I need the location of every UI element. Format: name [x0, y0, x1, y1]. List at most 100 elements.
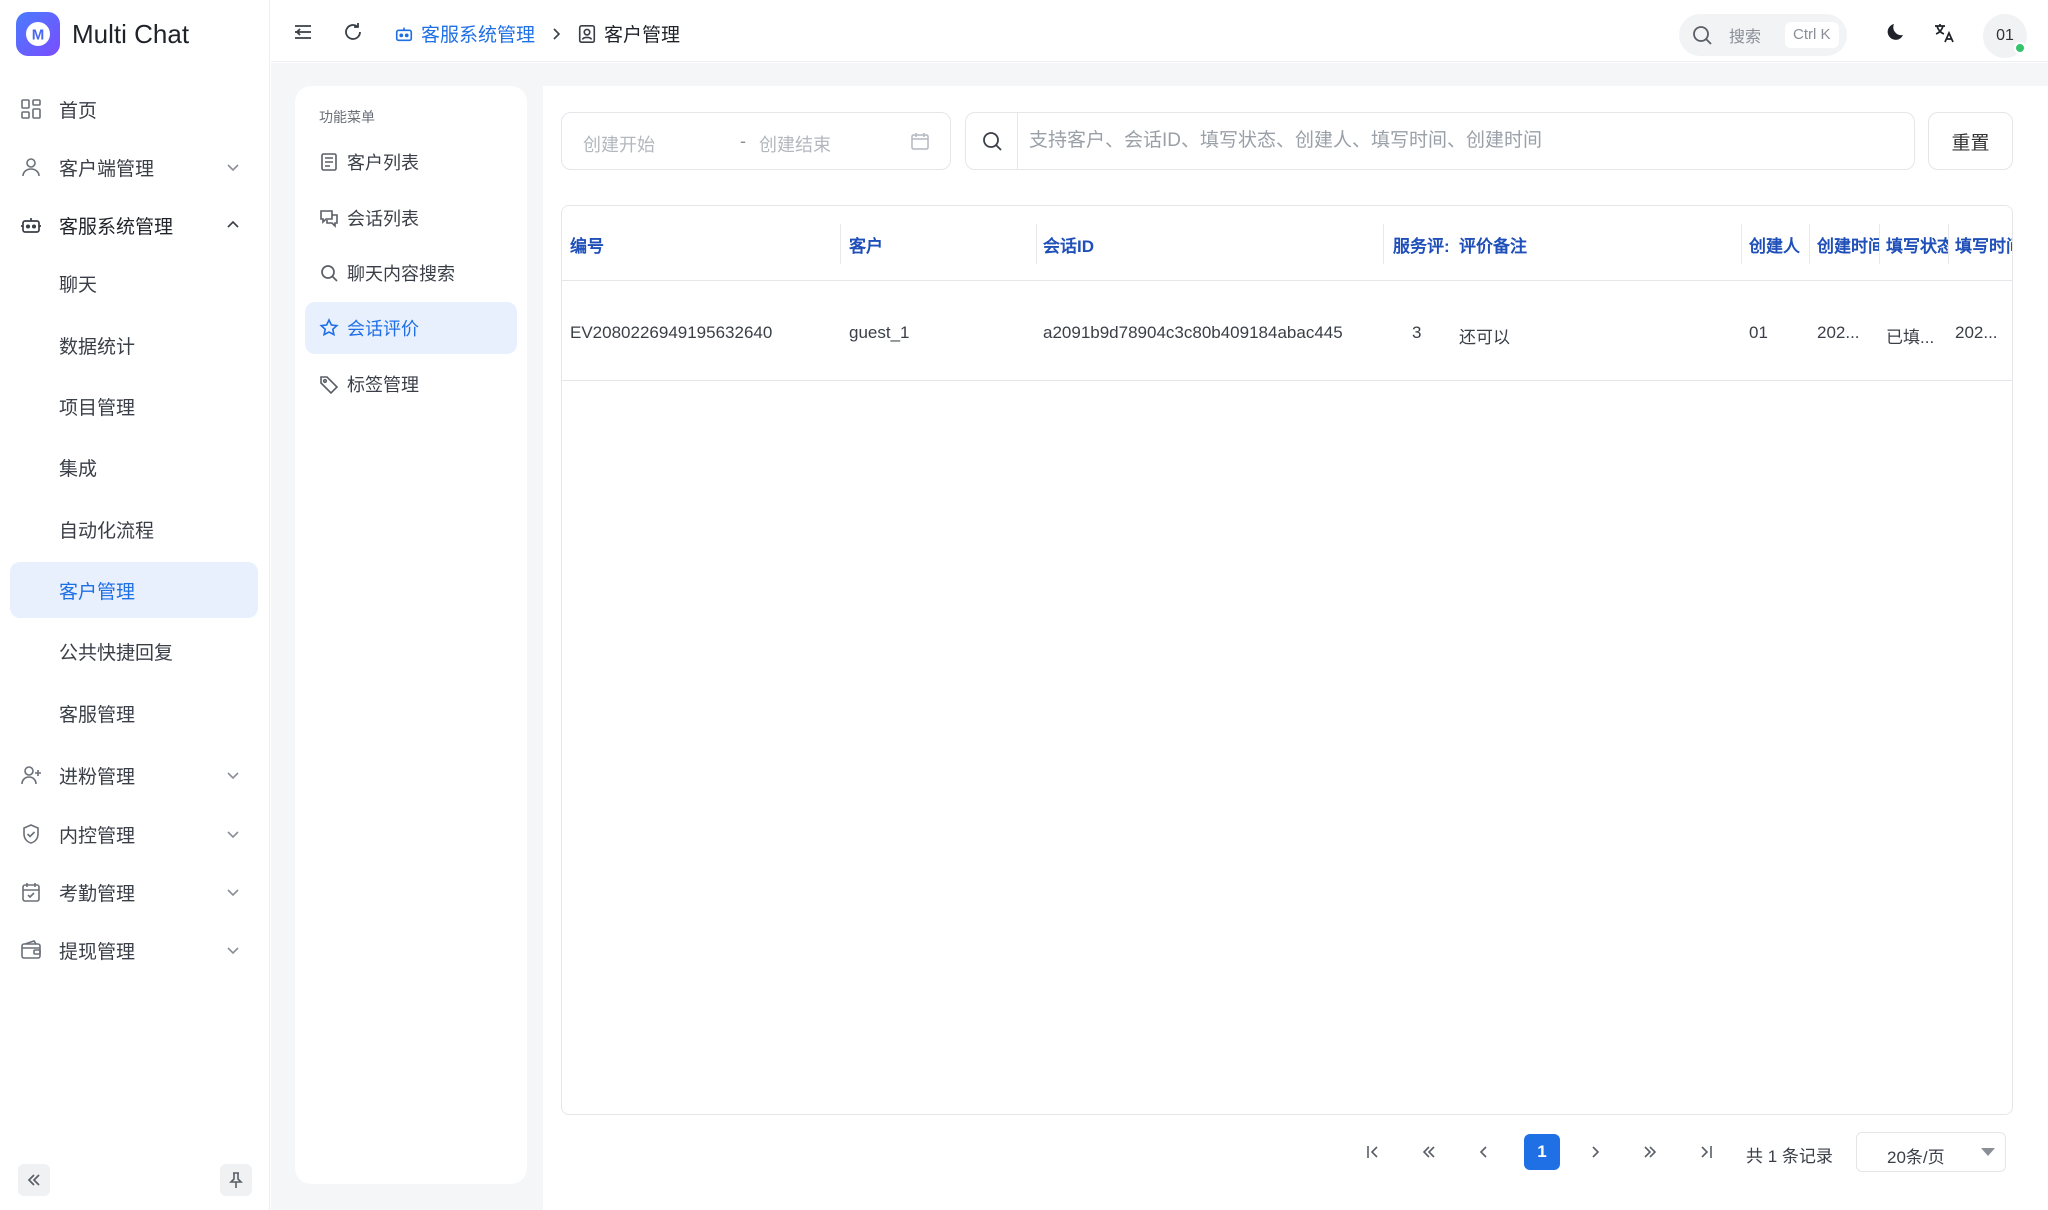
menu-item-session-list[interactable]: 会话列表	[305, 192, 517, 244]
chevron-down-icon	[227, 947, 239, 955]
menu-item-label: 标签管理	[347, 375, 419, 395]
sidebar-item-internal-control[interactable]: 内控管理	[10, 806, 258, 862]
cell-fill-status: 已填...	[1886, 328, 1935, 347]
chevron-down-icon	[227, 831, 239, 839]
next-page-button[interactable]	[1579, 1136, 1611, 1168]
breadcrumb-item-customer-management: 客户管理	[604, 25, 681, 46]
global-search[interactable]: 搜索 Ctrl K	[1679, 14, 1847, 56]
menu-item-customer-list[interactable]: 客户列表	[305, 136, 517, 188]
sidebar-item-customer-management[interactable]: 客户管理	[10, 562, 258, 618]
column-header-service-rating[interactable]: 服务评:	[1393, 232, 1453, 257]
sidebar-item-public-quick-reply[interactable]: 公共快捷回复	[10, 623, 258, 679]
chevron-right-icon	[553, 27, 561, 40]
column-header-created-time[interactable]: 创建时间	[1817, 232, 1879, 257]
double-chevron-left-icon	[27, 1174, 40, 1186]
sidebar-item-agent-management[interactable]: 客服管理	[10, 685, 258, 741]
page-size-select[interactable]: 20条/页	[1856, 1132, 2006, 1172]
sidebar-item-client-management[interactable]: 客户端管理	[10, 139, 258, 195]
column-divider[interactable]	[1036, 224, 1037, 264]
column-header-rating-note[interactable]: 评价备注	[1459, 232, 1709, 257]
cell-creator: 01	[1749, 323, 1768, 342]
column-header-customer[interactable]: 客户	[849, 232, 1029, 257]
sidebar-item-withdrawal-management[interactable]: 提现管理	[10, 922, 258, 978]
chat-icon	[320, 210, 338, 228]
last-page-button[interactable]	[1690, 1136, 1722, 1168]
search-input[interactable]	[1029, 127, 1889, 155]
prev-group-button[interactable]	[1413, 1136, 1445, 1168]
chevron-left-icon	[1479, 1146, 1487, 1158]
first-page-button[interactable]	[1357, 1136, 1389, 1168]
calendar-check-icon	[22, 883, 40, 902]
sidebar-item-chat[interactable]: 聊天	[10, 255, 258, 311]
column-divider[interactable]	[1879, 224, 1880, 264]
wallet-icon	[21, 940, 41, 959]
column-divider[interactable]	[1809, 224, 1810, 264]
column-divider[interactable]	[1741, 224, 1742, 264]
function-menu: 功能菜单 客户列表 会话列表 聊天内容搜索 会话评价 标签管理	[295, 86, 527, 1184]
column-header-fill-status[interactable]: 填写状态	[1886, 232, 1948, 257]
column-divider[interactable]	[1948, 224, 1949, 264]
robot-icon	[395, 27, 413, 41]
double-chevron-right-icon	[1644, 1146, 1657, 1158]
collapse-sidebar-button[interactable]	[18, 1164, 50, 1196]
column-header-id[interactable]: 编号	[570, 232, 830, 257]
translate-icon[interactable]	[1932, 21, 1956, 45]
column-divider[interactable]	[840, 224, 841, 264]
tag-icon	[320, 376, 339, 394]
first-page-icon	[1367, 1146, 1378, 1158]
sidebar-item-attendance-management[interactable]: 考勤管理	[10, 864, 258, 920]
column-divider[interactable]	[1383, 224, 1384, 264]
sidebar-item-integration[interactable]: 集成	[10, 439, 258, 495]
sidebar-item-home[interactable]: 首页	[10, 81, 258, 137]
dark-mode-icon[interactable]	[1886, 21, 1908, 43]
total-records: 共 1 条记录	[1746, 1147, 1833, 1166]
menu-item-tag-management[interactable]: 标签管理	[305, 358, 517, 410]
menu-icon[interactable]	[292, 21, 314, 43]
sidebar-item-label: 客户端管理	[59, 158, 155, 180]
sidebar-item-label: 提现管理	[59, 941, 136, 963]
user-plus-icon	[21, 766, 41, 785]
pin-sidebar-button[interactable]	[220, 1164, 252, 1196]
column-header-session-id[interactable]: 会话ID	[1043, 232, 1383, 257]
menu-item-label: 聊天内容搜索	[347, 264, 455, 284]
column-header-fill-time[interactable]: 填写时间	[1955, 232, 2012, 257]
page-number-current[interactable]: 1	[1524, 1134, 1560, 1170]
menu-item-label: 客户列表	[347, 153, 419, 173]
column-header-creator[interactable]: 创建人	[1749, 232, 1809, 257]
menu-item-chat-content-search[interactable]: 聊天内容搜索	[305, 247, 517, 299]
online-status-dot	[2014, 42, 2026, 54]
sidebar-item-label: 项目管理	[59, 397, 136, 419]
brand[interactable]: M Multi Chat	[16, 12, 189, 56]
search-icon	[1693, 26, 1712, 45]
menu-item-label: 会话评价	[347, 319, 419, 339]
date-range-picker[interactable]: 创建开始 - 创建结束	[561, 112, 951, 170]
date-start-input[interactable]: 创建开始	[583, 131, 655, 157]
cell-rating-note: 还可以	[1459, 328, 1510, 347]
sidebar-item-label: 集成	[59, 458, 98, 480]
date-end-input[interactable]: 创建结束	[759, 131, 831, 157]
prev-page-button[interactable]	[1468, 1136, 1500, 1168]
next-group-button[interactable]	[1634, 1136, 1666, 1168]
sidebar-item-label: 聊天	[59, 274, 98, 296]
robot-icon	[21, 218, 41, 233]
menu-item-session-rating[interactable]: 会话评价	[305, 302, 517, 354]
search-button[interactable]	[966, 113, 1018, 169]
cell-customer: guest_1	[849, 323, 910, 342]
table-row[interactable]: EV2080226949195632640 guest_1 a2091b9d78…	[562, 281, 2012, 381]
sidebar-item-label: 首页	[59, 100, 98, 122]
breadcrumb-item-cs-system[interactable]: 客服系统管理	[421, 20, 535, 47]
reset-button[interactable]: 重置	[1928, 112, 2013, 170]
sidebar-item-data-stats[interactable]: 数据统计	[10, 317, 258, 373]
sidebar-item-cs-system-management[interactable]: 客服系统管理	[10, 197, 258, 253]
cell-id: EV2080226949195632640	[570, 323, 773, 342]
sidebar-item-fan-management[interactable]: 进粉管理	[10, 747, 258, 803]
calendar-icon	[911, 133, 929, 150]
search-icon	[982, 132, 1002, 151]
double-chevron-left-icon	[1422, 1146, 1435, 1158]
refresh-icon[interactable]	[342, 21, 364, 43]
menu-item-label: 会话列表	[347, 209, 419, 229]
app-name: Multi Chat	[72, 18, 190, 49]
sidebar-item-automation-flow[interactable]: 自动化流程	[10, 501, 258, 557]
top-bar: 客服系统管理 客户管理 搜索 Ctrl K 01	[271, 0, 2048, 62]
sidebar-item-project-management[interactable]: 项目管理	[10, 378, 258, 434]
